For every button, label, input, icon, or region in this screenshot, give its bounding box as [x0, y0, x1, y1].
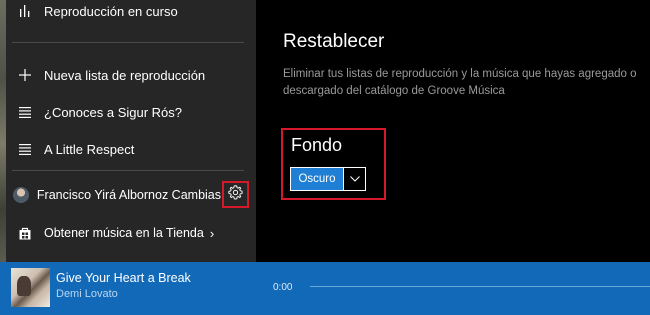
gear-icon — [228, 184, 243, 205]
playlist-icon — [6, 143, 44, 155]
progress-slider[interactable] — [310, 286, 650, 287]
avatar — [6, 187, 37, 203]
sidebar-item-label: Obtener música en la Tienda — [44, 226, 204, 240]
sidebar-item-now-playing[interactable]: Reproducción en curso — [6, 0, 256, 26]
sidebar-divider — [12, 170, 244, 171]
sidebar-item-playlist-a-little-respect[interactable]: A Little Respect — [6, 134, 256, 164]
plus-icon — [6, 69, 44, 81]
sidebar-item-label: Nueva lista de reproducción — [44, 67, 206, 83]
elapsed-time: 0:00 — [273, 282, 293, 293]
track-title[interactable]: Give Your Heart a Break — [56, 271, 191, 285]
track-artist[interactable]: Demi Lovato — [56, 288, 118, 300]
equalizer-icon — [6, 5, 44, 17]
sidebar-divider — [12, 42, 244, 43]
dropdown-selected-value: Oscuro — [291, 168, 343, 190]
user-account[interactable]: Francisco Yirá Albornoz Cambias — [6, 180, 221, 210]
settings-button[interactable] — [222, 181, 249, 208]
groove-music-app: Reproducción en curso Nueva lista de rep… — [0, 0, 650, 315]
user-name: Francisco Yirá Albornoz Cambias — [36, 188, 221, 202]
sidebar-item-label: A Little Respect — [44, 141, 135, 157]
playlist-icon — [6, 106, 44, 118]
album-art[interactable] — [11, 268, 50, 307]
background-section-title: Fondo — [291, 135, 343, 155]
background-setting-highlight: Fondo Oscuro — [281, 128, 386, 200]
sidebar-item-label: ¿Conoces a Sigur Rós? — [44, 104, 183, 120]
reset-section-description: Eliminar tus listas de reproducción y la… — [283, 68, 637, 97]
chevron-down-icon[interactable] — [343, 168, 365, 190]
background-theme-dropdown[interactable]: Oscuro — [290, 167, 366, 191]
sidebar-item-new-playlist[interactable]: Nueva lista de reproducción — [6, 60, 256, 90]
chevron-right-icon: › — [209, 225, 215, 241]
player-bar: Give Your Heart a Break Demi Lovato 0:00 — [0, 262, 650, 315]
store-bag-icon — [6, 227, 44, 240]
settings-panel: Restablecer Eliminar tus listas de repro… — [256, 0, 650, 262]
sidebar-item-store[interactable]: Obtener música en la Tienda › — [6, 218, 256, 248]
sidebar-item-playlist-sigur-ros[interactable]: ¿Conoces a Sigur Rós? — [6, 97, 256, 127]
reset-section-title: Restablecer — [283, 31, 385, 52]
sidebar: Reproducción en curso Nueva lista de rep… — [0, 0, 256, 262]
sidebar-item-label: Reproducción en curso — [44, 3, 178, 19]
